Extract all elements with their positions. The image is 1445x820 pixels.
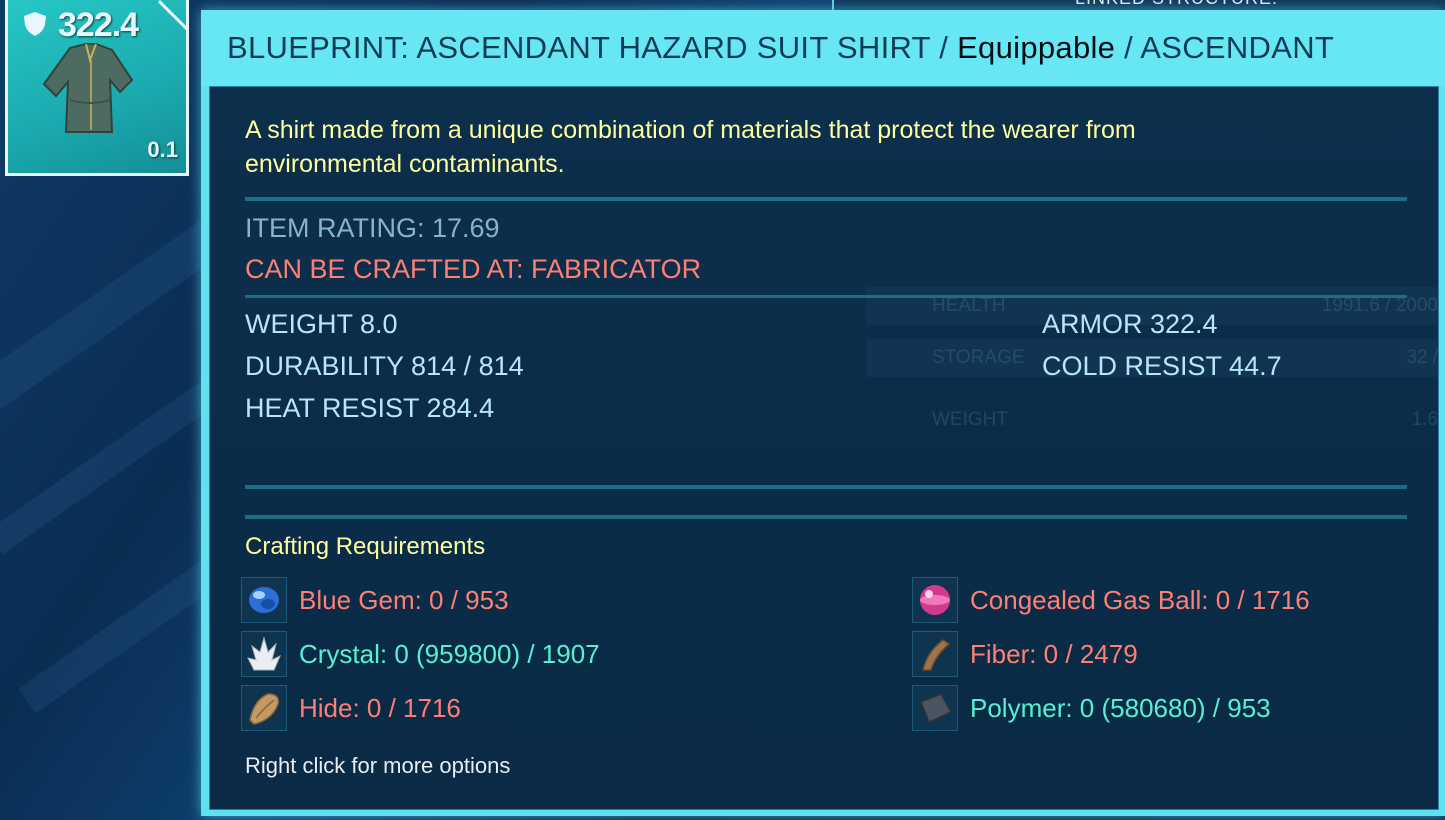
stat-armor: ARMOR 322.4 xyxy=(1042,309,1218,339)
requirement-label: Crystal: 0 (959800) / 1907 xyxy=(299,639,600,669)
requirement-label: Congealed Gas Ball: 0 / 1716 xyxy=(970,585,1310,615)
tooltip-body: HEALTH 1991.6 / 2000 STORAGE 32 / WEIGHT… xyxy=(209,86,1439,810)
crafting-requirements-title: Crafting Requirements xyxy=(245,533,486,560)
item-rating: ITEM RATING: 17.69 xyxy=(245,213,500,243)
tooltip-header: BLUEPRINT: ASCENDANT HAZARD SUIT SHIRT /… xyxy=(201,10,1445,86)
requirement-label: Blue Gem: 0 / 953 xyxy=(299,585,509,615)
requirement-label: Polymer: 0 (580680) / 953 xyxy=(970,693,1271,723)
shirt-icon xyxy=(42,43,134,133)
item-description: A shirt made from a unique combination o… xyxy=(245,116,1136,178)
divider xyxy=(245,295,1407,298)
shield-icon xyxy=(24,12,46,36)
gas-ball-icon xyxy=(912,577,958,623)
title-type: Equippable xyxy=(957,30,1116,65)
title-quality: ASCENDANT xyxy=(1140,30,1335,65)
divider xyxy=(245,197,1407,201)
requirement-label: Fiber: 0 / 2479 xyxy=(970,639,1138,669)
item-tooltip: BLUEPRINT: ASCENDANT HAZARD SUIT SHIRT /… xyxy=(201,10,1445,816)
fiber-icon xyxy=(912,631,958,677)
polymer-icon xyxy=(912,685,958,731)
hide-icon xyxy=(241,685,287,731)
divider xyxy=(245,515,1407,519)
requirement-label: Hide: 0 / 1716 xyxy=(299,693,461,723)
right-click-hint: Right click for more options xyxy=(245,753,511,778)
stat-weight: WEIGHT 8.0 xyxy=(245,309,398,339)
slot-weight-value: 0.1 xyxy=(147,137,178,162)
stat-durability: DURABILITY 814 / 814 xyxy=(245,351,524,381)
crafted-at: CAN BE CRAFTED AT: FABRICATOR xyxy=(245,254,702,284)
tooltip-title: BLUEPRINT: ASCENDANT HAZARD SUIT SHIRT /… xyxy=(227,30,1334,66)
stat-cold-resist: COLD RESIST 44.7 xyxy=(1042,351,1282,381)
title-separator: / xyxy=(930,30,958,65)
title-separator: / xyxy=(1115,30,1141,65)
title-main: BLUEPRINT: ASCENDANT HAZARD SUIT SHIRT xyxy=(227,30,931,65)
divider xyxy=(245,485,1407,489)
ghost-stat-row: WEIGHT 1.6 xyxy=(932,409,1438,430)
blue-gem-icon xyxy=(241,577,287,623)
linked-structure-label: LINKED STRUCTURE: xyxy=(1075,0,1278,9)
crystal-icon xyxy=(241,631,287,677)
stat-heat-resist: HEAT RESIST 284.4 xyxy=(245,393,495,423)
